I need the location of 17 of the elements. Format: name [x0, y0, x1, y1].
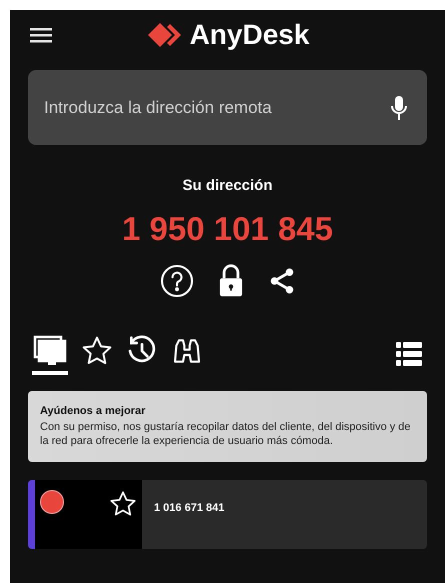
star-icon[interactable] [109, 490, 137, 518]
address-number: 1 950 101 845 [120, 208, 334, 248]
accent-bar [28, 480, 35, 548]
tab[interactable] [32, 333, 68, 375]
banner-title: Ayúdenos a mejorar [40, 404, 146, 419]
menu-icon[interactable] [30, 25, 54, 45]
session-address: 1 016 671 841 [154, 500, 224, 516]
help-icon[interactable] [158, 263, 194, 299]
session-card[interactable]: 1 016 671 841 [28, 480, 427, 548]
star-icon [80, 335, 114, 367]
banner-text: Con su permiso, nos gustaría recopilar datos del cliente, del dispositivo y de la red para ofrecerle la experiencia de usuario más cómoda. [40, 420, 412, 448]
microphone-icon[interactable] [389, 94, 409, 122]
app-title: AnyDesk [190, 18, 310, 52]
list-view-icon[interactable] [395, 340, 423, 368]
address-input-field[interactable]: Introduzca la dirección remota [28, 70, 427, 145]
address-label: Su dirección [181, 176, 274, 196]
monitor-icon [32, 335, 68, 367]
